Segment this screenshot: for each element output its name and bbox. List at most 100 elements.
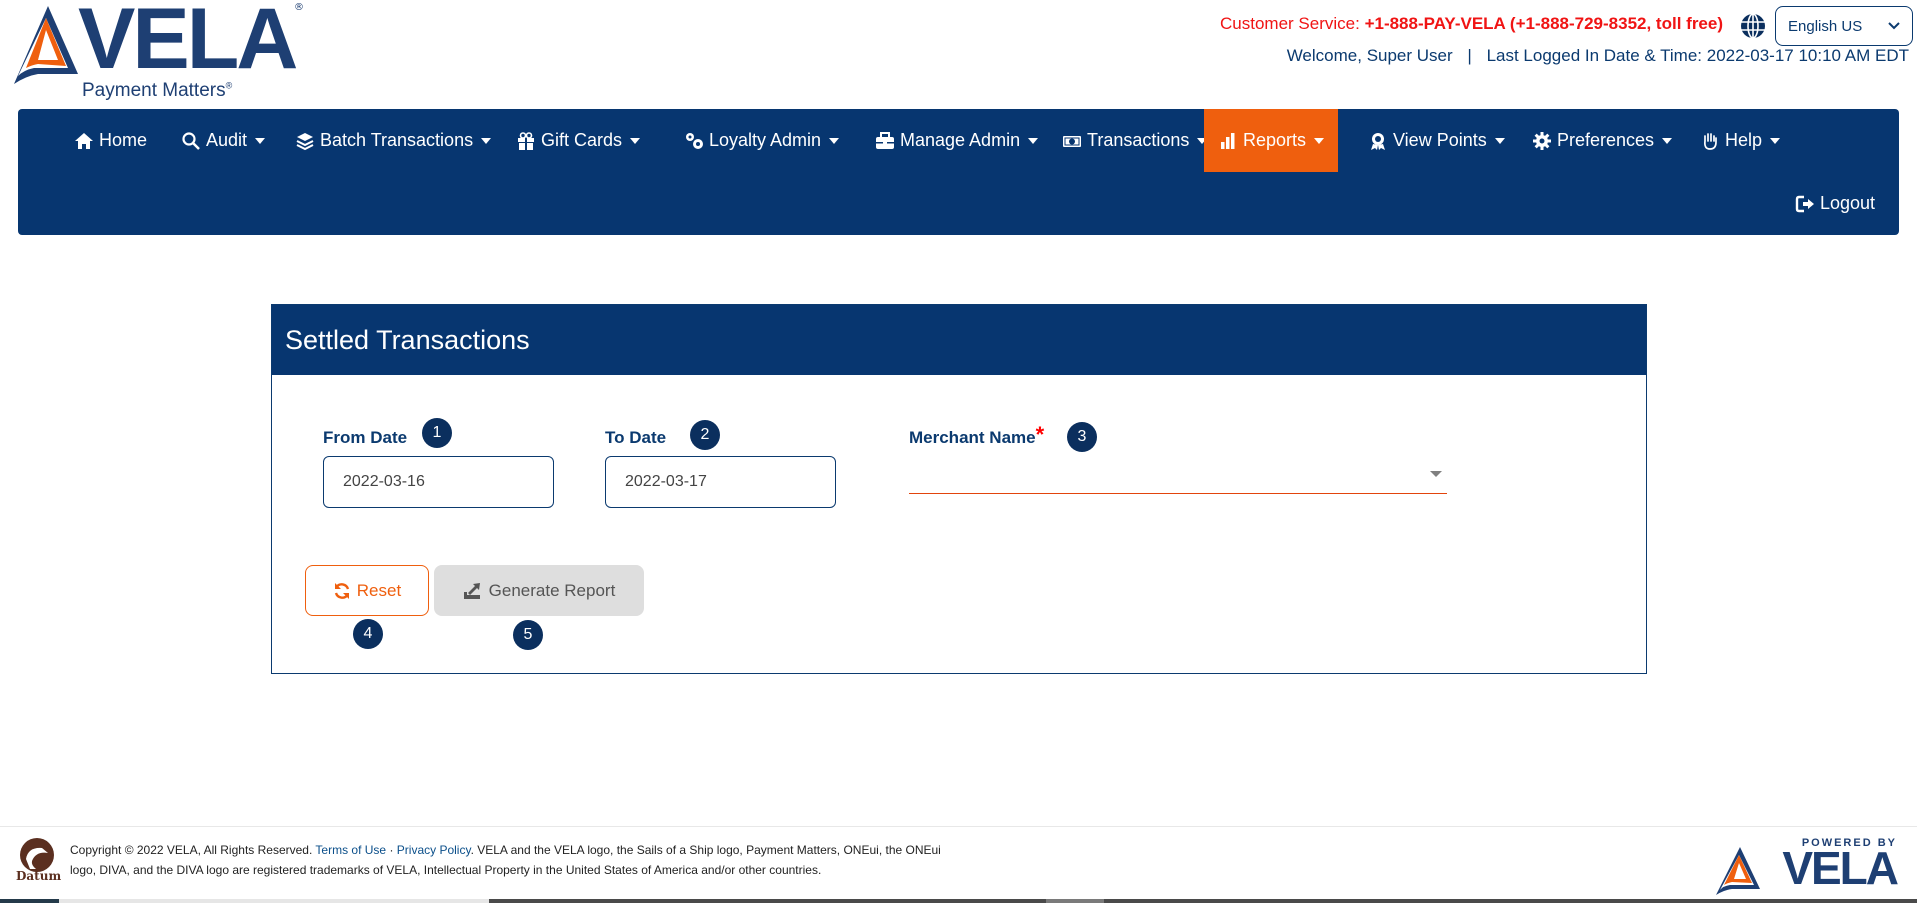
caret-down-icon	[1770, 137, 1781, 144]
nav-preferences[interactable]: Preferences	[1518, 109, 1686, 172]
caret-down-icon	[1430, 471, 1442, 477]
nav-reports[interactable]: Reports	[1204, 109, 1338, 172]
registered-mark: ®	[294, 2, 304, 13]
export-icon	[463, 582, 480, 599]
nav-manage-admin[interactable]: Manage Admin	[861, 109, 1052, 172]
refresh-icon	[334, 582, 349, 599]
nav-help[interactable]: Help	[1686, 109, 1794, 172]
reset-label: Reset	[356, 580, 402, 600]
to-date-label: To Date	[605, 428, 667, 447]
privacy-policy-link[interactable]: Privacy Policy	[397, 843, 471, 857]
cogs-icon	[686, 132, 703, 149]
nav-view-points-label: View Points	[1393, 130, 1487, 150]
generate-report-button[interactable]: Generate Report	[434, 565, 644, 616]
nav-logout[interactable]: Logout	[1781, 172, 1889, 235]
caret-down-icon	[1314, 137, 1324, 144]
merchant-name-label: Merchant Name*	[909, 424, 1044, 448]
step-badge-2: 2	[690, 420, 720, 450]
caret-down-icon	[630, 137, 641, 144]
nav-preferences-label: Preferences	[1557, 130, 1655, 150]
powered-by-vela: POWERED BY VELA	[1712, 837, 1899, 895]
from-date-input[interactable]: 2022-03-16	[323, 456, 554, 508]
nav-logout-label: Logout	[1820, 193, 1876, 213]
step-badge-3: 3	[1067, 422, 1097, 452]
from-date-value: 2022-03-16	[343, 473, 425, 490]
language-selected: English US	[1788, 17, 1863, 35]
welcome-bar: Welcome, Super User | Last Logged In Dat…	[1287, 46, 1909, 66]
merchant-label-text: Merchant Name	[909, 428, 1036, 447]
gear-icon	[1533, 131, 1551, 150]
caret-down-icon	[481, 137, 492, 144]
datum-label: Datum	[16, 869, 62, 883]
award-icon	[1371, 132, 1385, 150]
to-date-value: 2022-03-17	[625, 473, 707, 490]
caret-down-icon	[1028, 137, 1039, 144]
language-select[interactable]: English US	[1775, 6, 1913, 46]
sail-logo-icon	[14, 6, 78, 84]
step-badge-5: 5	[513, 620, 543, 650]
nav-transactions[interactable]: Transactions	[1048, 109, 1221, 172]
nav-audit[interactable]: Audit	[167, 109, 279, 172]
nav-audit-label: Audit	[206, 130, 248, 150]
welcome-label: Welcome,	[1286, 46, 1362, 65]
nav-manage-admin-label: Manage Admin	[900, 130, 1021, 150]
layers-icon	[296, 132, 314, 150]
brand-tagline: Payment Matters®	[82, 80, 232, 102]
tagline-text: Payment Matters	[82, 80, 226, 101]
home-icon	[75, 132, 93, 149]
last-login-value: 2022-03-17 10:10 AM EDT	[1706, 46, 1909, 65]
nav-home[interactable]: Home	[60, 109, 161, 172]
nav-view-points[interactable]: View Points	[1354, 109, 1519, 172]
bottom-bar	[0, 899, 1917, 903]
chevron-down-icon	[1888, 22, 1900, 30]
caret-down-icon	[1662, 137, 1673, 144]
tagline-reg: ®	[225, 80, 233, 91]
user-name: Super User	[1366, 46, 1453, 65]
card-header: Settled Transactions	[272, 305, 1646, 375]
bottom-bar-segment	[59, 899, 489, 903]
customer-service-number: +1-888-PAY-VELA (+1-888-729-8352, toll f…	[1364, 14, 1723, 33]
settled-transactions-card: Settled Transactions From Date 1 2022-03…	[271, 304, 1647, 674]
reset-button[interactable]: Reset	[305, 565, 429, 616]
page-title: Settled Transactions	[285, 324, 530, 355]
generate-report-label: Generate Report	[488, 580, 616, 600]
to-date-input[interactable]: 2022-03-17	[605, 456, 836, 508]
gift-icon	[518, 131, 534, 150]
nav-gift-cards[interactable]: Gift Cards	[502, 109, 654, 172]
caret-down-icon	[829, 137, 840, 144]
terms-of-use-link[interactable]: Terms of Use	[315, 843, 386, 857]
footer: Datum Copyright © 2022 VELA, All Rights …	[0, 826, 1917, 899]
bottom-bar-segment	[1046, 899, 1104, 903]
money-bill-icon	[1063, 135, 1081, 147]
last-login-label: Last Logged In Date & Time:	[1486, 46, 1703, 65]
nav-transactions-label: Transactions	[1087, 130, 1190, 150]
nav-loyalty-admin-label: Loyalty Admin	[709, 130, 822, 150]
nav-help-label: Help	[1725, 130, 1763, 150]
merchant-name-select[interactable]	[909, 452, 1447, 494]
caret-down-icon	[255, 137, 266, 144]
copyright-text: Copyright © 2022 VELA, All Rights Reserv…	[70, 843, 313, 857]
nav-batch-transactions-label: Batch Transactions	[320, 130, 474, 150]
customer-service-label: Customer Service:	[1220, 14, 1360, 33]
from-date-label: From Date	[323, 428, 408, 447]
required-asterisk: *	[1035, 422, 1045, 447]
step-badge-1: 1	[422, 418, 452, 448]
vela-logo[interactable]: VELA ® Payment Matters®	[8, 0, 318, 104]
footer-copyright: Copyright © 2022 VELA, All Rights Reserv…	[70, 840, 970, 880]
sign-out-icon	[1795, 195, 1814, 212]
nav-loyalty-admin[interactable]: Loyalty Admin	[670, 109, 853, 172]
caret-down-icon	[1494, 137, 1505, 144]
search-audit-icon	[182, 131, 200, 150]
brand-name: VELA	[78, 0, 298, 87]
step-badge-4: 4	[353, 619, 383, 649]
hand-icon	[1704, 132, 1717, 150]
globe-icon	[1741, 13, 1765, 39]
main-navbar: Home Audit Batch Transactions Gift Cards…	[18, 109, 1899, 235]
nav-home-label: Home	[99, 130, 148, 150]
nav-batch-transactions[interactable]: Batch Transactions	[281, 109, 505, 172]
powered-brand: VELA	[1782, 842, 1899, 894]
nav-reports-label: Reports	[1242, 130, 1306, 150]
customer-service: Customer Service: +1-888-PAY-VELA (+1-88…	[1220, 14, 1723, 34]
toolbox-icon	[876, 131, 894, 149]
sail-logo-icon	[1716, 847, 1760, 895]
